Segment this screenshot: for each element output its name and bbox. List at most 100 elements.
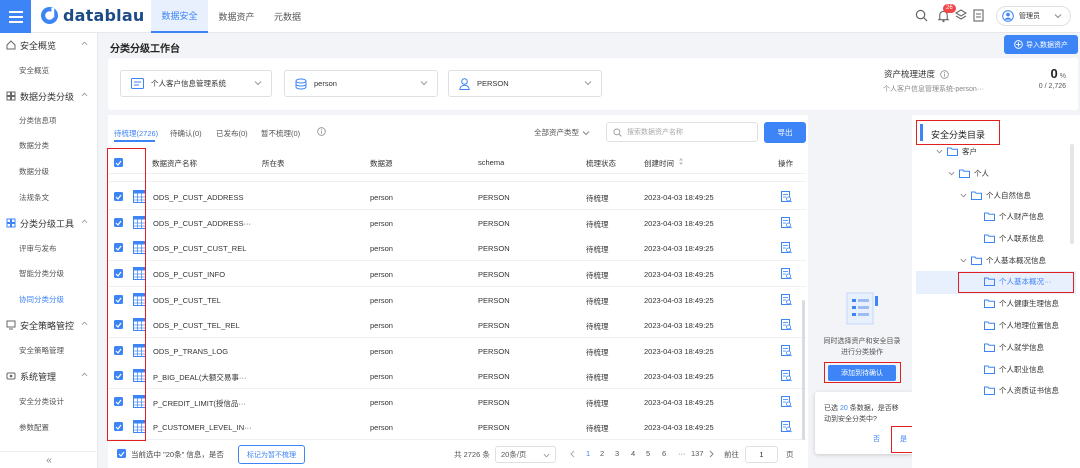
app-logo[interactable]: datablau bbox=[40, 6, 144, 25]
sidebar-item-security-overview[interactable]: 安全概览 bbox=[0, 59, 98, 81]
import-assets-button[interactable]: 导入数据资产 bbox=[1004, 35, 1078, 54]
cell-asset-name: ODS_P_CUST_ADDRESS··· bbox=[153, 219, 251, 228]
page-unit: 页 bbox=[786, 450, 794, 459]
pagination-ellipsis[interactable]: ··· bbox=[678, 449, 686, 458]
page-number[interactable]: 3 bbox=[615, 449, 619, 458]
chevron-down-icon bbox=[420, 81, 428, 86]
cell-created: 2023-04-03 18:49:25 bbox=[644, 347, 714, 356]
folder-icon bbox=[984, 212, 995, 221]
view-detail-icon[interactable] bbox=[781, 345, 792, 357]
tree-scrollbar[interactable] bbox=[1070, 144, 1074, 244]
sidebar-group-system[interactable]: 系统管理 bbox=[0, 365, 98, 387]
database-select-value: person bbox=[314, 79, 337, 88]
nav-metadata[interactable]: 元数据 bbox=[265, 0, 310, 33]
sidebar-item-data-grading[interactable]: 数据分级 bbox=[0, 160, 98, 182]
sidebar-item-smart-classify[interactable]: 智能分类分级 bbox=[0, 262, 98, 284]
export-button[interactable]: 导出 bbox=[764, 122, 806, 143]
info-icon[interactable] bbox=[317, 127, 326, 136]
tree-node[interactable]: 个人 bbox=[948, 168, 989, 179]
tree-node-label: 个人健康生理信息 bbox=[999, 299, 1059, 308]
document-icon[interactable] bbox=[973, 9, 984, 22]
sidebar-item-label: 数据分级 bbox=[19, 166, 49, 176]
tree-node[interactable]: 个人健康生理信息 bbox=[984, 298, 1059, 309]
page-number[interactable]: 1 bbox=[586, 449, 590, 458]
page-number[interactable]: 137 bbox=[691, 449, 704, 458]
goto-input[interactable]: 1 bbox=[745, 446, 778, 463]
sidebar-item-info-items[interactable]: 分类信息项 bbox=[0, 109, 98, 131]
view-detail-icon[interactable] bbox=[781, 217, 792, 229]
tab-to-confirm[interactable]: 待确认(0) bbox=[170, 128, 202, 139]
sidebar-item-label: 评审与发布 bbox=[19, 243, 57, 253]
chevron-up-icon bbox=[81, 92, 88, 97]
schema-select[interactable]: PERSON bbox=[448, 70, 602, 97]
info-icon[interactable] bbox=[940, 69, 949, 79]
tree-node[interactable]: 个人联系信息 bbox=[984, 233, 1044, 244]
tab-pending[interactable]: 待梳理(2726) bbox=[114, 128, 158, 139]
sidebar-group-security-overview[interactable]: 安全概览 bbox=[0, 34, 98, 56]
sidebar-item-collab-classify[interactable]: 协同分类分级 bbox=[0, 288, 98, 310]
search-input[interactable]: 搜索数据资产名称 bbox=[606, 122, 758, 142]
middle-hint-line1: 同时选择资产和安全目录 bbox=[823, 338, 901, 345]
table-scrollbar[interactable] bbox=[802, 300, 805, 440]
mark-skip-button[interactable]: 标记为暂不梳理 bbox=[238, 445, 305, 464]
sidebar-item-security-design[interactable]: 安全分类设计 bbox=[0, 390, 98, 412]
cell-created: 2023-04-03 18:49:25 bbox=[644, 296, 714, 305]
cell-schema: PERSON bbox=[478, 372, 510, 381]
confirm-no-button[interactable]: 否 bbox=[873, 434, 880, 444]
sidebar-group-policy[interactable]: 安全策略管控 bbox=[0, 314, 98, 336]
sidebar-collapse-button[interactable]: « bbox=[0, 451, 98, 468]
page-size-select[interactable]: 20条/页 bbox=[495, 446, 556, 463]
view-detail-icon[interactable] bbox=[781, 319, 792, 331]
prev-page-icon[interactable] bbox=[570, 450, 575, 458]
sidebar-item-policy-manage[interactable]: 安全策略管理 bbox=[0, 339, 98, 361]
view-detail-icon[interactable] bbox=[781, 268, 792, 280]
sidebar-item-regulations[interactable]: 法规条文 bbox=[0, 186, 98, 208]
view-detail-icon[interactable] bbox=[781, 294, 792, 306]
tab-skipped[interactable]: 暂不梳理(0) bbox=[261, 128, 300, 139]
next-page-icon[interactable] bbox=[709, 450, 714, 458]
cell-status: 待梳理 bbox=[586, 399, 609, 408]
sidebar-item-review[interactable]: 评审与发布 bbox=[0, 237, 98, 259]
view-detail-icon[interactable] bbox=[781, 242, 792, 254]
page-number[interactable]: 6 bbox=[662, 449, 666, 458]
chevron-up-icon bbox=[81, 219, 88, 224]
tree-node[interactable]: 个人基本概况信息 bbox=[960, 255, 1046, 266]
sidebar-item-data-classify[interactable]: 数据分类 bbox=[0, 134, 98, 156]
sidebar-item-params[interactable]: 参数配置 bbox=[0, 416, 98, 438]
page-number[interactable]: 4 bbox=[631, 449, 635, 458]
user-menu[interactable]: 管理员 bbox=[996, 6, 1071, 26]
tree-node[interactable]: 个人资质证书信息 bbox=[984, 385, 1059, 396]
view-detail-icon[interactable] bbox=[781, 191, 792, 203]
menu-button[interactable] bbox=[0, 0, 31, 33]
database-select[interactable]: person bbox=[284, 70, 438, 97]
tree-node[interactable]: 个人职业信息 bbox=[984, 364, 1044, 375]
tree-node[interactable]: 个人自然信息 bbox=[960, 190, 1031, 201]
asset-type-select[interactable]: 全部资产类型 bbox=[534, 127, 590, 138]
layers-icon[interactable] bbox=[955, 9, 967, 22]
cell-created: 2023-04-03 18:49:25 bbox=[644, 372, 714, 381]
system-icon bbox=[131, 78, 144, 89]
footer-select-checkbox[interactable] bbox=[117, 449, 126, 458]
view-detail-icon[interactable] bbox=[781, 421, 792, 433]
tab-published[interactable]: 已发布(0) bbox=[216, 128, 248, 139]
nav-data-security[interactable]: 数据安全 bbox=[151, 0, 208, 33]
sort-icon[interactable] bbox=[678, 157, 684, 166]
nav-data-assets[interactable]: 数据资产 bbox=[208, 0, 265, 33]
page-number[interactable]: 2 bbox=[600, 449, 604, 458]
system-select[interactable]: 个人客户信息管理系统 bbox=[120, 70, 272, 97]
view-detail-icon[interactable] bbox=[781, 370, 792, 382]
search-icon[interactable] bbox=[915, 9, 928, 22]
view-detail-icon[interactable] bbox=[781, 396, 792, 408]
sidebar-group-classification[interactable]: 数据分类分级 bbox=[0, 85, 98, 107]
sidebar-group-tools[interactable]: 分类分级工具 bbox=[0, 212, 98, 234]
tree-node[interactable]: 个人就学信息 bbox=[984, 342, 1044, 353]
page-number[interactable]: 5 bbox=[646, 449, 650, 458]
tree-node-label: 个人财产信息 bbox=[999, 212, 1044, 221]
tree-node[interactable]: 客户 bbox=[936, 146, 977, 157]
tree-node[interactable]: 个人地理位置信息 bbox=[984, 320, 1059, 331]
cell-schema: PERSON bbox=[478, 423, 510, 432]
tree-node-label: 个人自然信息 bbox=[986, 191, 1031, 200]
chevron-down-icon bbox=[1054, 14, 1062, 19]
tree-node[interactable]: 个人财产信息 bbox=[984, 211, 1044, 222]
cell-asset-name: P_CREDIT_LIMIT(授信品··· bbox=[153, 399, 246, 408]
